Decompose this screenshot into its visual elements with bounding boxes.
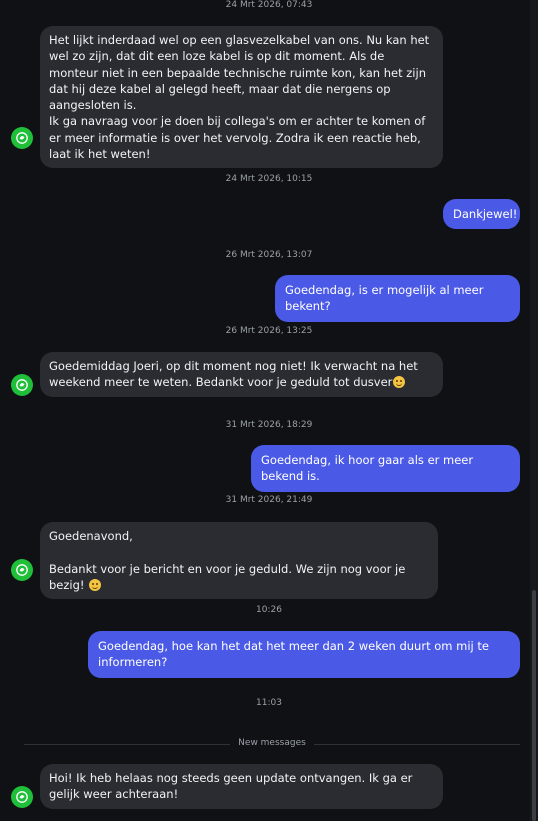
outgoing-message[interactable]: Goedendag, ik hoor gaar als er meer beke… — [251, 445, 520, 492]
message-timestamp: 31 Mrt 2026, 18:29 — [225, 420, 313, 430]
new-messages-label: New messages — [230, 738, 314, 748]
message-timestamp: 24 Mrt 2026, 07:43 — [225, 0, 313, 10]
agent-logo-icon — [16, 132, 28, 144]
agent-logo-icon — [16, 379, 28, 391]
incoming-message[interactable]: Hoi! Ik heb helaas nog steeds geen updat… — [40, 764, 443, 809]
smiling-face-icon — [89, 578, 102, 591]
message-timestamp: 26 Mrt 2026, 13:07 — [225, 250, 313, 260]
agent-avatar — [11, 374, 33, 396]
new-messages-divider: New messages — [24, 738, 520, 748]
incoming-message-text: Goedenavond, Bedankt voor je bericht en … — [49, 529, 406, 592]
scrollbar-thumb[interactable] — [532, 590, 536, 821]
agent-avatar — [11, 127, 33, 149]
message-timestamp: 11:03 — [256, 698, 282, 708]
agent-logo-icon — [16, 564, 28, 576]
agent-avatar — [11, 786, 33, 808]
incoming-message[interactable]: Het lijkt inderdaad wel op een glasvezel… — [40, 26, 443, 169]
smiling-face-icon — [393, 376, 406, 389]
incoming-message[interactable]: Goedemiddag Joeri, op dit moment nog nie… — [40, 352, 443, 397]
outgoing-message[interactable]: Dankjewel! — [443, 199, 520, 230]
message-timestamp: 10:26 — [256, 605, 282, 615]
message-timestamp: 31 Mrt 2026, 21:49 — [225, 495, 313, 505]
outgoing-message[interactable]: Goedendag, hoe kan het dat het meer dan … — [88, 631, 520, 678]
incoming-message-text: Goedemiddag Joeri, op dit moment nog nie… — [49, 359, 422, 390]
message-timestamp: 24 Mrt 2026, 10:15 — [225, 174, 313, 184]
chat-thread: 24 Mrt 2026, 07:43 Het lijkt inderdaad w… — [0, 0, 530, 821]
scrollbar[interactable] — [530, 0, 538, 821]
incoming-message[interactable]: Goedenavond, Bedankt voor je bericht en … — [40, 522, 438, 600]
message-timestamp: 26 Mrt 2026, 13:25 — [225, 326, 313, 336]
agent-logo-icon — [16, 791, 28, 803]
outgoing-message[interactable]: Goedendag, is er mogelijk al meer bekent… — [275, 275, 520, 322]
agent-avatar — [11, 559, 33, 581]
